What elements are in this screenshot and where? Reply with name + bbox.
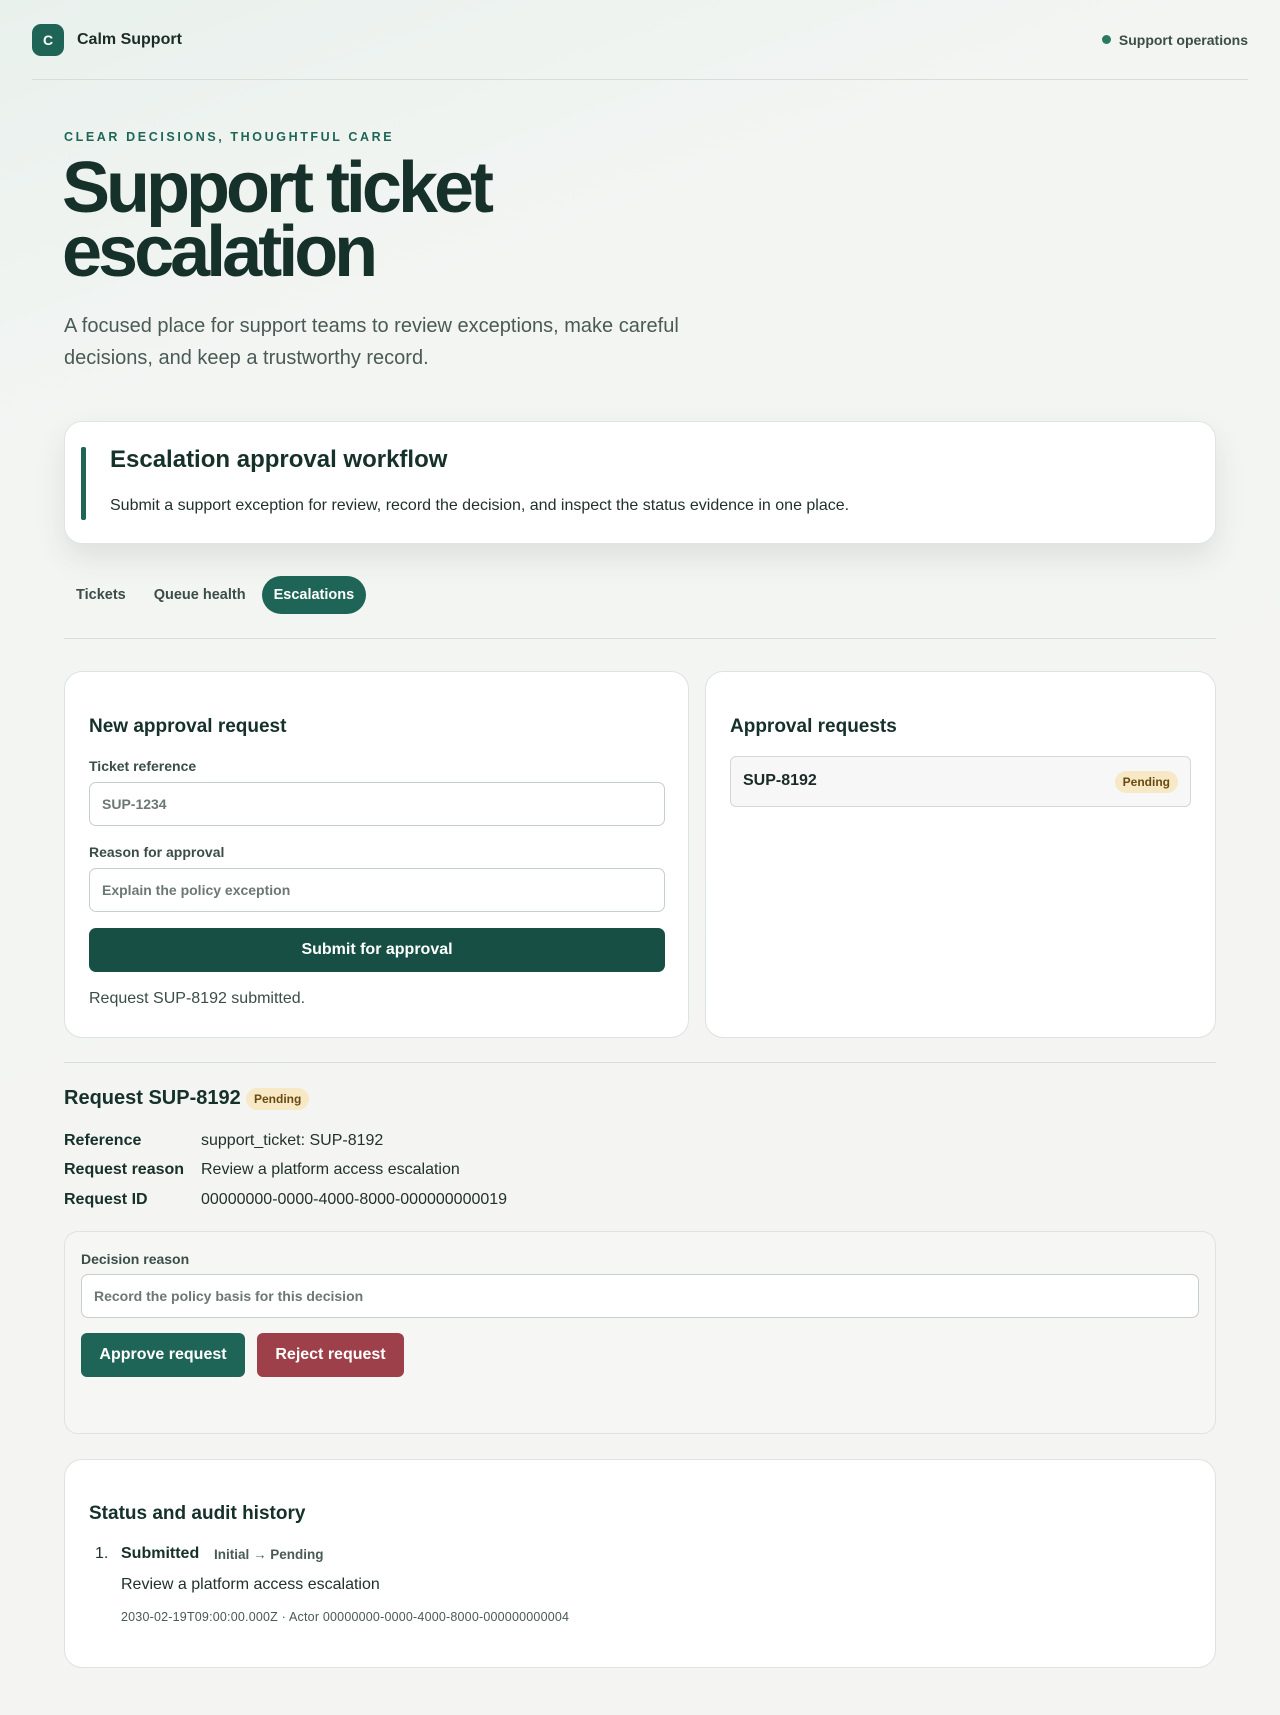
tab-escalations[interactable]: Escalations xyxy=(261,576,367,614)
audit-entry-transition: Initial → Pending xyxy=(214,1547,324,1562)
request-status-badge: Pending xyxy=(246,1088,310,1110)
audit-history-card: Status and audit history 1. Submitted In… xyxy=(64,1459,1216,1668)
submit-for-approval-button[interactable]: Submit for approval xyxy=(89,928,665,972)
tab-queue-health[interactable]: Queue health xyxy=(142,576,258,614)
workflow-description: Submit a support exception for review, r… xyxy=(110,497,850,514)
section-tabs: Tickets Queue health Escalations xyxy=(64,576,367,614)
workflow-accent-bar xyxy=(81,447,86,520)
brand[interactable]: C Calm Support xyxy=(32,23,182,56)
ticket-reference-input[interactable]: SUP-1234 xyxy=(89,782,665,826)
detail-value: 00000000-0000-4000-8000-000000000019 xyxy=(201,1191,508,1208)
detail-key: Request ID xyxy=(64,1191,148,1208)
audit-entry-event: Submitted xyxy=(121,1545,200,1562)
approval-request-id: SUP-8192 xyxy=(743,772,817,789)
page-title: Support ticket escalation xyxy=(62,148,494,292)
tabs-divider xyxy=(64,638,1216,639)
approval-request-item[interactable]: SUP-8192 Pending xyxy=(730,756,1191,807)
decision-panel: Decision reason Record the policy basis … xyxy=(64,1231,1216,1434)
tab-tickets[interactable]: Tickets xyxy=(64,576,138,614)
reject-request-button[interactable]: Reject request xyxy=(257,1333,404,1377)
section-divider xyxy=(64,1062,1216,1063)
new-request-card: New approval request Ticket reference SU… xyxy=(64,671,689,1038)
approve-request-button[interactable]: Approve request xyxy=(81,1333,245,1377)
brand-logo: C xyxy=(32,23,64,56)
audit-entry-number: 1. xyxy=(95,1545,109,1562)
new-request-title: New approval request xyxy=(89,716,287,737)
support-operations-label: Support operations xyxy=(1118,31,1248,48)
status-dot-icon xyxy=(1101,35,1111,44)
audit-entry-reason: Review a platform access escalation xyxy=(121,1576,380,1593)
detail-key: Request reason xyxy=(64,1161,185,1178)
reason-for-approval-input[interactable]: Explain the policy exception xyxy=(89,868,665,912)
detail-value: Review a platform access escalation xyxy=(201,1161,460,1178)
workflow-intro-card: Escalation approval workflow Submit a su… xyxy=(64,421,1216,544)
approval-requests-card: Approval requests SUP-8192 Pending xyxy=(705,671,1216,1038)
hero-eyebrow: CLEAR DECISIONS, THOUGHTFUL CARE xyxy=(64,130,395,144)
audit-entry-meta: 2030-02-19T09:00:00.000Z · Actor 0000000… xyxy=(121,1610,570,1624)
ticket-reference-label: Ticket reference xyxy=(89,758,197,774)
hero-subtitle: A focused place for support teams to rev… xyxy=(64,315,679,369)
reason-for-approval-label: Reason for approval xyxy=(89,844,225,860)
decision-reason-label: Decision reason xyxy=(81,1251,190,1267)
decision-reason-input[interactable]: Record the policy basis for this decisio… xyxy=(81,1274,1199,1318)
detail-key: Reference xyxy=(64,1132,142,1149)
brand-name: Calm Support xyxy=(77,30,182,48)
top-bar: C Calm Support Support operations xyxy=(32,0,1248,80)
support-operations-indicator: Support operations xyxy=(1101,31,1248,48)
request-detail-title: Request SUP-8192 xyxy=(64,1087,241,1109)
approval-requests-title: Approval requests xyxy=(730,716,897,737)
audit-history-title: Status and audit history xyxy=(89,1503,306,1524)
status-badge: Pending xyxy=(1114,771,1178,793)
detail-value: support_ticket: SUP-8192 xyxy=(201,1132,384,1149)
submission-status-message: Request SUP-8192 submitted. xyxy=(89,990,306,1007)
workflow-title: Escalation approval workflow xyxy=(110,446,448,473)
